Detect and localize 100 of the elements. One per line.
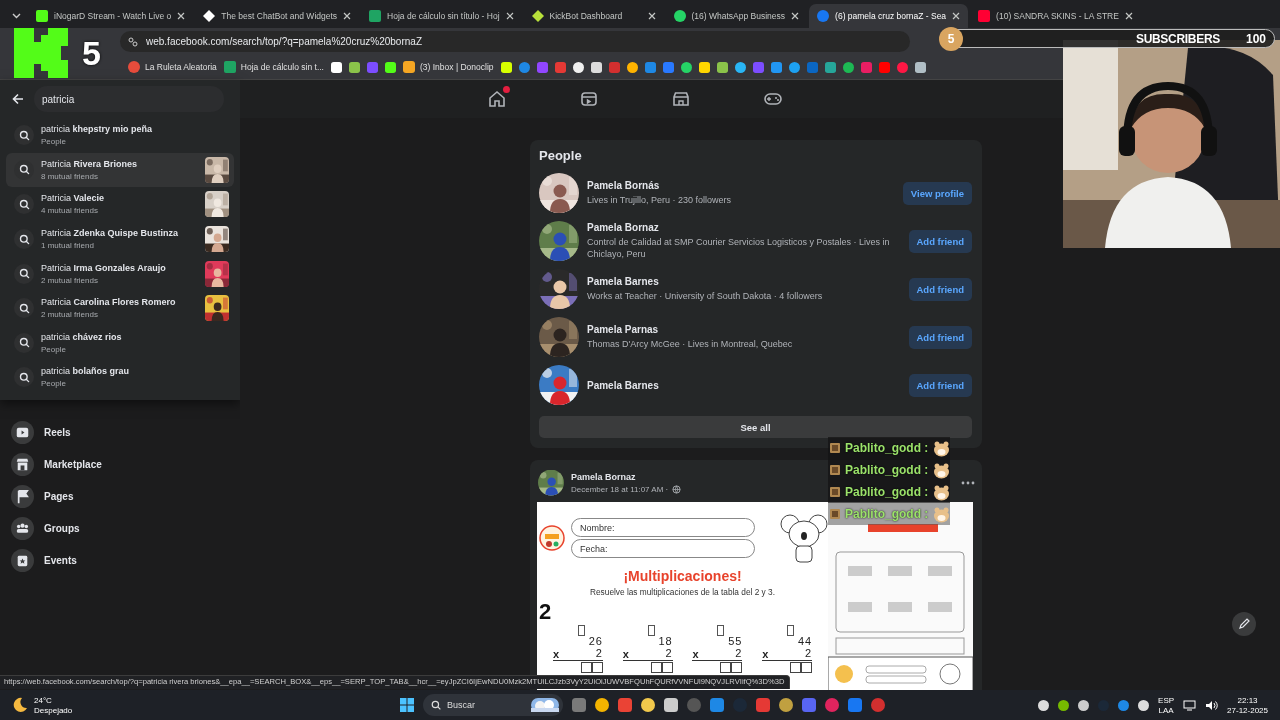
bookmark-icon: [806, 61, 818, 73]
sheet-icon: [369, 10, 382, 22]
more-icon[interactable]: [961, 480, 975, 485]
person-name[interactable]: Pamela Barnes: [587, 275, 901, 287]
carry-box: [787, 625, 795, 636]
sidebar-item[interactable]: Events: [0, 544, 200, 576]
sidebar-item[interactable]: Marketplace: [0, 448, 200, 480]
close-icon[interactable]: [791, 12, 800, 20]
clock-time[interactable]: 22:13: [1237, 695, 1258, 705]
search-suggestion[interactable]: patricia khepstry mio peña People: [6, 118, 234, 153]
answer-boxes: [650, 661, 673, 673]
carry-box: [717, 625, 725, 636]
site-info-icon[interactable]: [128, 36, 138, 47]
browser-tab[interactable]: KickBot Dashboard: [523, 4, 664, 28]
suggestion-detail: 1 mutual friend: [41, 241, 95, 251]
bookmark-icon: [698, 61, 710, 73]
close-icon[interactable]: [1124, 12, 1133, 20]
bookmark-link[interactable]: La Ruleta Aleatoria: [128, 61, 217, 73]
video-icon[interactable]: [579, 89, 599, 109]
browser-tab[interactable]: (6) pamela cruz bornaZ - Sea: [809, 4, 969, 28]
search-suggestion[interactable]: patricia bolaños grau People: [6, 360, 234, 395]
chat-username: Pablito_godd :: [845, 463, 929, 477]
search-suggestion[interactable]: Patricia Zdenka Quispe Bustinza 1 mutual friend: [6, 221, 234, 257]
carry-box: [577, 625, 585, 636]
person-name[interactable]: Pamela Bornás: [587, 179, 895, 191]
browser-tab[interactable]: (16) WhatsApp Business: [665, 4, 808, 28]
bookmark-icon: [349, 61, 360, 73]
suggestion-detail: 2 mutual friends: [41, 275, 99, 285]
bookmark-icon: [518, 61, 530, 73]
volume-icon[interactable]: [1205, 699, 1219, 711]
search-suggestion[interactable]: Patricia Carolina Flores Romero 2 mutual friends: [6, 290, 234, 326]
person-name[interactable]: Pamela Barnes: [587, 379, 901, 391]
compose-button[interactable]: [1232, 612, 1256, 636]
search-icon: [14, 194, 34, 215]
close-icon[interactable]: [177, 12, 186, 20]
tray-icon: [1078, 699, 1090, 711]
person-detail: Works at Teacher · University of South Dakota · 4 followers: [587, 289, 824, 303]
add-friend-button[interactable]: Add friend: [908, 373, 972, 397]
address-field[interactable]: web.facebook.com/search/top/?q=pamela%20cruz%20bornaZ: [120, 31, 910, 52]
problem-number: 44: [797, 636, 813, 648]
emote-icon: [933, 505, 951, 523]
close-icon[interactable]: [343, 12, 352, 20]
windows-icon[interactable]: [400, 698, 414, 712]
emote-icon: [933, 461, 951, 479]
bookmark-icon: [536, 61, 548, 73]
search-icon: [14, 332, 34, 353]
bookmark-icon: [734, 61, 746, 73]
app-icon: [848, 698, 862, 712]
person-name[interactable]: Pamela Parnas: [587, 323, 901, 335]
badge-icon: [830, 465, 840, 475]
add-friend-button[interactable]: Add friend: [908, 325, 972, 349]
see-all-button[interactable]: See all: [539, 416, 972, 438]
bookmark-icon: [500, 61, 512, 73]
problem-number: 55: [728, 636, 743, 648]
times-sign: x: [692, 647, 699, 660]
clock-date[interactable]: 27-12-2025: [1227, 705, 1268, 715]
bookmark-link[interactable]: (3) Inbox | Donoclip: [403, 61, 494, 73]
post-time[interactable]: December 18 at 11:07 AM ·: [571, 484, 669, 494]
add-friend-button[interactable]: Add friend: [908, 229, 972, 253]
suggestion-detail: 2 mutual friends: [41, 310, 99, 320]
app-icon: [710, 698, 724, 712]
search-suggestion[interactable]: Patricia Irma Gonzales Araujo 2 mutual friends: [6, 256, 234, 291]
network-icon[interactable]: [1183, 699, 1197, 711]
suggestion-title: Patricia Valecie: [41, 193, 106, 204]
home-icon[interactable]: [487, 89, 507, 109]
app-icon: [687, 698, 701, 712]
browser-tab[interactable]: Hoja de cálculo sin título - Hoj: [361, 4, 522, 28]
sidebar-item[interactable]: Reels: [0, 416, 200, 448]
suggestion-detail: People: [41, 379, 67, 389]
search-field[interactable]: patricia: [34, 86, 224, 112]
close-icon[interactable]: [952, 12, 961, 20]
search-suggestion[interactable]: Patricia Rivera Briones 8 mutual friends: [6, 152, 234, 188]
bookmark-icon: [626, 61, 638, 73]
browser-tab[interactable]: iNogarD Stream - Watch Live o: [28, 4, 194, 28]
marketplace-icon[interactable]: [671, 89, 691, 109]
chat-bubble-icon: [673, 10, 686, 22]
suggestion-title: Patricia Zdenka Quispe Bustinza: [41, 228, 180, 239]
input-language[interactable]: ESP: [1158, 695, 1175, 705]
sidebar-item[interactable]: Groups: [0, 512, 200, 544]
browser-tab[interactable]: The best ChatBot and Widgets: [195, 4, 360, 28]
reels-icon: [11, 420, 34, 444]
site-icon: [531, 10, 544, 22]
search-suggestion[interactable]: Patricia Valecie 4 mutual friends: [6, 187, 234, 222]
close-icon[interactable]: [647, 12, 656, 20]
bookmark-icon: [752, 61, 764, 73]
marketplace-icon: [11, 452, 34, 476]
person-name[interactable]: Pamela Bornaz: [587, 221, 901, 233]
person-detail: Control de Calidad at SMP Courier Servicios Logisticos y Postales · Lives in Chiclayo, Peru: [587, 235, 891, 261]
search-icon: [431, 700, 441, 710]
browser-tab[interactable]: (10) SANDRA SKINS - LA STRE: [970, 4, 1141, 28]
add-friend-button[interactable]: Add friend: [908, 277, 972, 301]
bookmark-link[interactable]: Hoja de cálculo sin t...: [223, 61, 324, 73]
search-suggestion[interactable]: patricia chávez rios People: [6, 325, 234, 361]
sidebar-item[interactable]: Pages: [0, 480, 200, 512]
keyboard-layout[interactable]: LAA: [1158, 705, 1174, 715]
back-arrow-icon[interactable]: [12, 93, 24, 105]
close-icon[interactable]: [505, 12, 514, 20]
chevron-down-icon[interactable]: [11, 13, 21, 19]
search-field[interactable]: Buscar: [423, 694, 563, 716]
view-profile-button[interactable]: View profile: [902, 181, 972, 205]
